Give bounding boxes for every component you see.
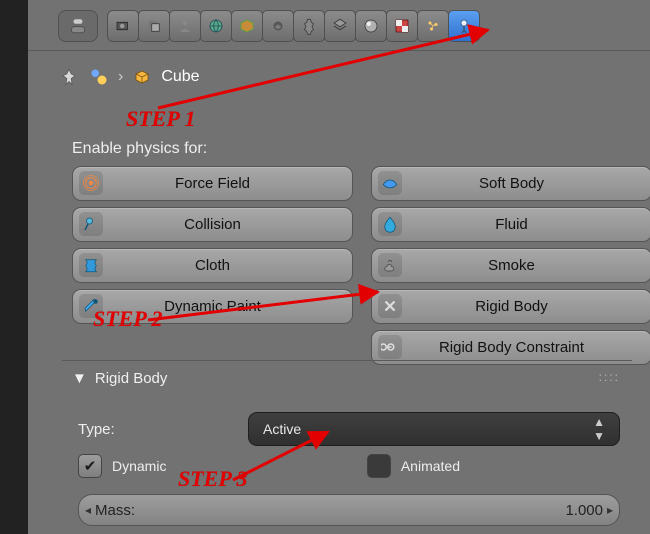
button-label: Rigid Body Constraint [439,339,584,356]
soft-body-button[interactable]: Soft Body [371,166,650,201]
collision-button[interactable]: Collision [72,207,353,242]
chevron-up-down-icon: ▲▼ [593,415,605,443]
force-field-button[interactable]: Force Field [72,166,353,201]
type-label: Type: [78,421,248,438]
tab-modifiers[interactable] [293,10,325,42]
editor-type-selector[interactable] [58,10,98,42]
type-dropdown[interactable]: Active ▲▼ [248,412,620,446]
button-label: Soft Body [479,175,544,192]
button-label: Cloth [195,257,230,274]
button-label: Smoke [488,257,535,274]
scene-node-icon[interactable] [88,66,110,88]
smoke-icon [378,253,402,277]
button-label: Force Field [175,175,250,192]
chevron-right-icon: ▸ [606,495,614,525]
rigid-body-constraint-icon [378,335,402,359]
dynamic-label: Dynamic [112,458,166,474]
tab-object[interactable] [231,10,263,42]
tab-texture[interactable] [386,10,418,42]
properties-header [28,0,650,51]
button-label: Fluid [495,216,528,233]
cloth-icon [79,253,103,277]
mesh-cube-icon[interactable] [131,66,153,88]
rigid-body-title: Rigid Body [95,370,168,387]
tab-world[interactable] [200,10,232,42]
properties-panel: › Cube Enable physics for: Force Field So… [28,0,650,534]
breadcrumb: › Cube [58,66,200,88]
enable-physics-label: Enable physics for: [72,140,207,158]
tab-render-layers[interactable] [138,10,170,42]
tab-scene[interactable] [169,10,201,42]
annotation-step1: STEP 1 [126,108,195,130]
animated-checkbox[interactable] [367,454,391,478]
button-label: Rigid Body [475,298,548,315]
pin-icon[interactable] [58,66,80,88]
tab-data[interactable] [324,10,356,42]
force-field-icon [79,171,103,195]
breadcrumb-sep: › [118,68,123,86]
tab-render[interactable] [107,10,139,42]
physics-buttons-grid: Force Field Soft Body Collision Fluid Cloth S… [72,166,650,365]
mass-label: Mass: [95,502,135,519]
tab-particles[interactable] [417,10,449,42]
smoke-button[interactable]: Smoke [371,248,650,283]
button-label: Dynamic Paint [164,298,261,315]
disclosure-triangle-icon: ▼ [72,370,87,387]
divider [62,360,632,361]
rigid-body-button[interactable]: Rigid Body [371,289,650,324]
fluid-icon [378,212,402,236]
rigid-body-icon [378,294,402,318]
mass-slider[interactable]: ◂ Mass: 1.000 ▸ [78,494,620,526]
soft-body-icon [378,171,402,195]
cloth-button[interactable]: Cloth [72,248,353,283]
tab-constraints[interactable] [262,10,294,42]
dynamic-paint-icon [79,294,103,318]
tab-physics[interactable] [448,10,480,42]
mass-value: 1.000 [565,502,603,519]
dynamic-paint-button[interactable]: Dynamic Paint [72,289,353,324]
button-label: Collision [184,216,241,233]
collision-icon [79,212,103,236]
breadcrumb-object-label: Cube [161,68,199,86]
tab-material[interactable] [355,10,387,42]
dynamic-checkbox[interactable]: ✔ [78,454,102,478]
fluid-button[interactable]: Fluid [371,207,650,242]
chevron-left-icon: ◂ [84,495,92,525]
panel-grip-icon[interactable]: :::: [599,370,620,384]
type-value: Active [263,421,301,437]
rigid-body-panel-header[interactable]: ▼ Rigid Body [72,370,167,387]
animated-label: Animated [401,458,460,474]
